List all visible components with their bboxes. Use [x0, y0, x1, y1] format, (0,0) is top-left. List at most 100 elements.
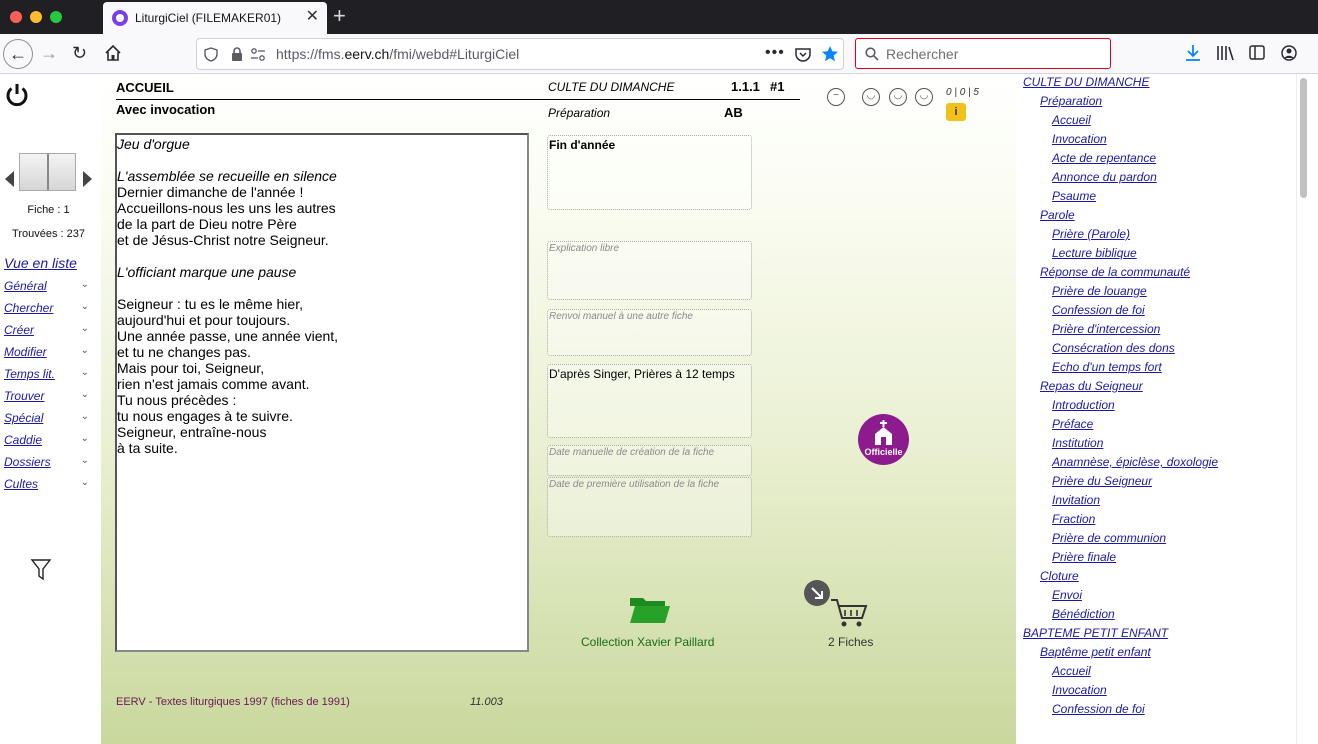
search-box[interactable]: Rechercher [855, 38, 1111, 69]
new-tab-icon[interactable]: + [333, 4, 346, 28]
chevron-down-icon[interactable]: ⌄ [81, 345, 89, 356]
outline-item[interactable]: Consécration des dons [1052, 341, 1175, 355]
date-creation-field[interactable]: Date manuelle de création de la fiche [547, 445, 752, 476]
browser-tab[interactable]: LiturgiCiel (FILEMAKER01) ✕ [103, 2, 327, 34]
lock-icon[interactable] [231, 47, 243, 61]
outline-item[interactable]: Confession de foi [1052, 303, 1145, 317]
outline-item[interactable]: Echo d'un temps fort [1052, 360, 1162, 374]
outline-item[interactable]: CULTE DU DIMANCHE [1023, 75, 1149, 89]
outline-item[interactable]: Invocation [1052, 132, 1107, 146]
explication-field[interactable]: Explication libre [547, 241, 752, 300]
outline-item[interactable]: Accueil [1052, 664, 1091, 678]
renvoi-field[interactable]: Renvoi manuel à une autre fiche [547, 309, 752, 356]
library-icon[interactable] [1216, 45, 1234, 61]
url-text[interactable]: https://fms.eerv.ch/fmi/webd#LiturgiCiel [276, 46, 519, 62]
chevron-down-icon[interactable]: ⌄ [81, 411, 89, 422]
bookmark-star-icon[interactable] [821, 45, 839, 63]
cart-add-icon[interactable] [804, 580, 830, 606]
outline-item[interactable]: Accueil [1052, 113, 1091, 127]
sidebar-menu-item[interactable]: Temps lit. ⌄ [4, 367, 94, 383]
chevron-down-icon[interactable]: ⌄ [81, 367, 89, 378]
pocket-icon[interactable] [795, 47, 811, 62]
outline-item[interactable]: Préparation [1040, 94, 1102, 108]
outline-item[interactable]: Institution [1052, 436, 1103, 450]
chevron-down-icon[interactable]: ⌄ [81, 477, 89, 488]
outline-item[interactable]: Prière du Seigneur [1052, 474, 1152, 488]
shield-icon[interactable] [204, 47, 218, 62]
officielle-button[interactable]: Officielle [858, 414, 909, 465]
outline-item[interactable]: Prière (Parole) [1052, 227, 1130, 241]
outline-item[interactable]: Confession de foi [1052, 702, 1145, 716]
power-icon[interactable] [4, 82, 30, 108]
outline-item[interactable]: Invitation [1052, 493, 1100, 507]
outline-scroll-thumb[interactable] [1300, 78, 1307, 198]
sidebar-menu-item[interactable]: Caddie ⌄ [4, 433, 94, 449]
outline-item[interactable]: Fraction [1052, 512, 1095, 526]
outline-item[interactable]: Bénédiction [1052, 607, 1115, 621]
outline-item[interactable]: Prière de louange [1052, 284, 1147, 298]
url-bar[interactable]: https://fms.eerv.ch/fmi/webd#LiturgiCiel… [196, 38, 844, 70]
page-actions-icon[interactable]: ••• [765, 44, 785, 62]
outline-item[interactable]: Lecture biblique [1052, 246, 1137, 260]
chevron-down-icon[interactable]: ⌄ [81, 389, 89, 400]
sidebar-menu-item[interactable]: Cultes ⌄ [4, 477, 94, 493]
outline-item[interactable]: Prière d'intercession [1052, 322, 1160, 336]
confused-face-icon[interactable]: ~ [827, 88, 845, 106]
outline-item[interactable]: Réponse de la communauté [1040, 265, 1190, 279]
record-book-icon[interactable] [19, 153, 76, 191]
chevron-down-icon[interactable]: ⌄ [81, 455, 89, 466]
outline-item[interactable]: Anamnèse, épiclèse, doxologie [1052, 455, 1218, 469]
reload-icon[interactable]: ↻ [72, 43, 87, 63]
forward-icon[interactable]: → [40, 43, 58, 63]
liturgy-text-box[interactable]: Jeu d'orgue L'assemblée se recueille en s… [115, 133, 529, 652]
chevron-down-icon[interactable]: ⌄ [81, 323, 89, 334]
outline-item[interactable]: Repas du Seigneur [1040, 379, 1143, 393]
sidebar-menu-item[interactable]: Dossiers ⌄ [4, 455, 94, 471]
home-icon[interactable] [104, 44, 122, 62]
list-view-link[interactable]: Vue en liste [4, 255, 77, 271]
folder-icon[interactable] [629, 594, 671, 624]
cart-icon[interactable] [830, 597, 868, 629]
sidebar-menu-item[interactable]: Chercher ⌄ [4, 301, 94, 317]
outline-item[interactable]: Annonce du pardon [1052, 170, 1157, 184]
outline-item[interactable]: Cloture [1040, 569, 1079, 583]
cart-count[interactable]: 2 Fiches [828, 635, 873, 649]
sidebar-menu-item[interactable]: Trouver ⌄ [4, 389, 94, 405]
outline-item[interactable]: BAPTEME PETIT ENFANT [1023, 626, 1168, 640]
outline-item[interactable]: Envoi [1052, 588, 1082, 602]
sidebar-menu-item[interactable]: Modifier ⌄ [4, 345, 94, 361]
previous-record-icon[interactable] [5, 171, 14, 187]
outline-item[interactable]: Psaume [1052, 189, 1096, 203]
laugh-face-icon[interactable]: ◡ [915, 88, 933, 106]
outline-item[interactable]: Parole [1040, 208, 1075, 222]
sidebar-menu-item[interactable]: Spécial ⌄ [4, 411, 94, 427]
download-icon[interactable] [1185, 44, 1201, 62]
outline-item[interactable]: Préface [1052, 417, 1093, 431]
window-minimize-button[interactable] [30, 11, 42, 23]
chevron-down-icon[interactable]: ⌄ [81, 301, 89, 312]
outline-item[interactable]: Prière finale [1052, 550, 1116, 564]
collection-label[interactable]: Collection Xavier Paillard [581, 635, 714, 649]
filter-icon[interactable] [30, 558, 52, 582]
happy-face-icon[interactable]: ◡ [889, 88, 907, 106]
chevron-down-icon[interactable]: ⌄ [81, 433, 89, 444]
sidebar-menu-item[interactable]: Général ⌄ [4, 279, 94, 295]
occasion-field[interactable]: Fin d'année [547, 135, 752, 210]
outline-item[interactable]: Introduction [1052, 398, 1115, 412]
smile-face-icon[interactable]: ◡ [862, 88, 880, 106]
account-icon[interactable] [1281, 45, 1297, 61]
back-button[interactable]: ← [3, 39, 33, 69]
source-field[interactable]: D'après Singer, Prières à 12 temps [547, 364, 752, 438]
outline-item[interactable]: Acte de repentance [1052, 151, 1156, 165]
sidebar-toggle-icon[interactable] [1249, 45, 1265, 60]
info-icon[interactable]: i [946, 103, 966, 121]
next-record-icon[interactable] [83, 171, 92, 187]
tab-close-icon[interactable]: ✕ [306, 9, 319, 25]
outline-item[interactable]: Baptême petit enfant [1040, 645, 1151, 659]
permissions-icon[interactable] [250, 48, 266, 61]
date-usage-field[interactable]: Date de première utilisation de la fiche [547, 477, 752, 537]
outline-item[interactable]: Prière de communion [1052, 531, 1166, 545]
chevron-down-icon[interactable]: ⌄ [81, 279, 89, 290]
window-close-button[interactable] [10, 11, 22, 23]
window-zoom-button[interactable] [50, 11, 62, 23]
